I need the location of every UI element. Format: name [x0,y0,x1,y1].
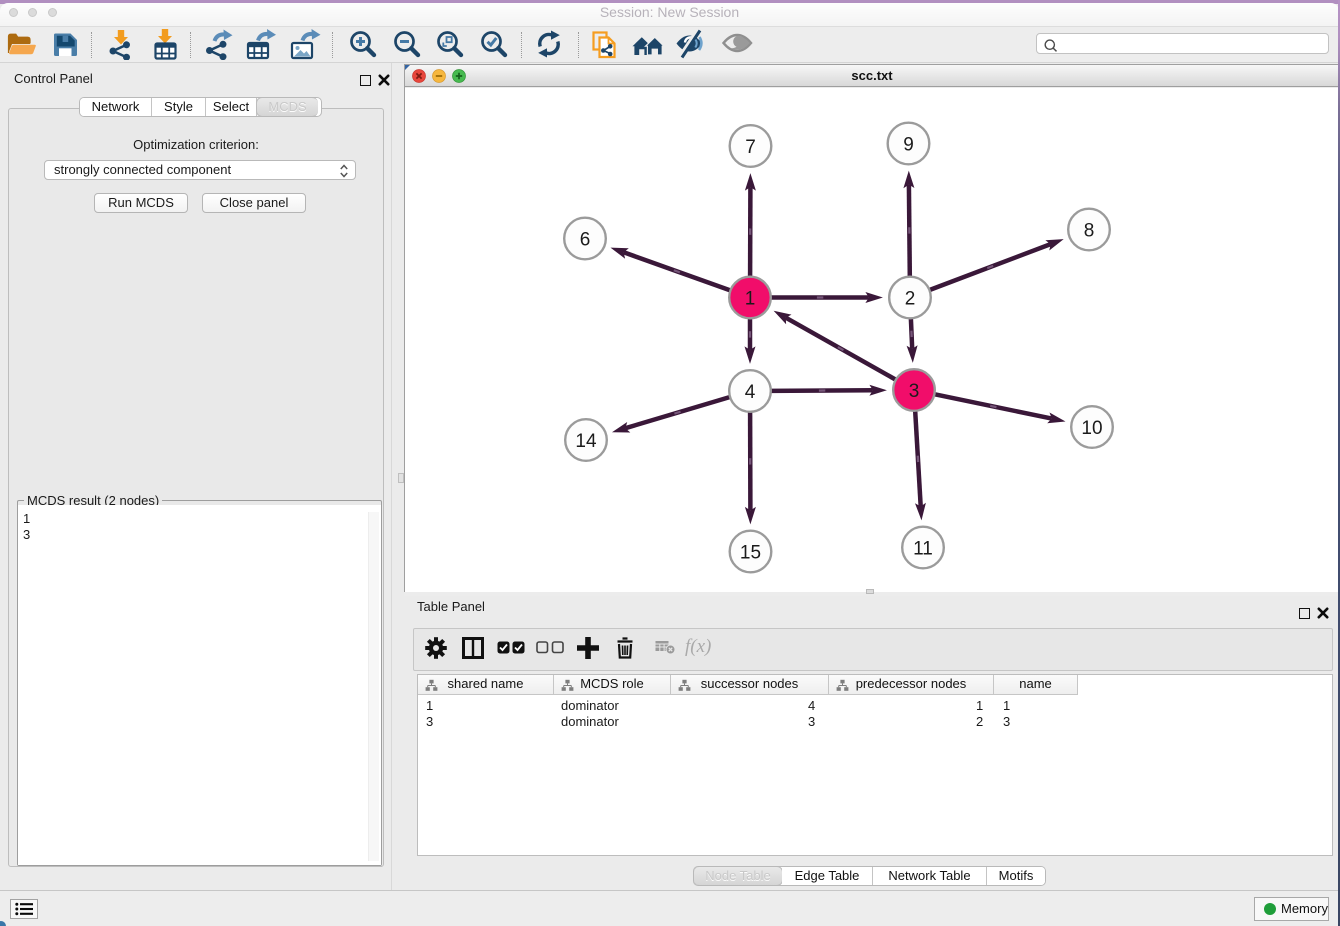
svg-text:7: 7 [745,137,756,158]
svg-text:14: 14 [575,431,597,452]
svg-text:4: 4 [745,382,756,403]
svg-text:15: 15 [740,543,761,564]
svg-text:9: 9 [903,135,914,156]
svg-text:8: 8 [1084,221,1095,242]
svg-text:1: 1 [745,289,756,310]
svg-text:2: 2 [905,289,916,310]
svg-text:10: 10 [1081,418,1102,439]
svg-text:f(x): f(x) [685,636,711,657]
svg-text:6: 6 [580,230,591,251]
svg-text:3: 3 [909,381,920,402]
svg-text:11: 11 [913,539,933,560]
